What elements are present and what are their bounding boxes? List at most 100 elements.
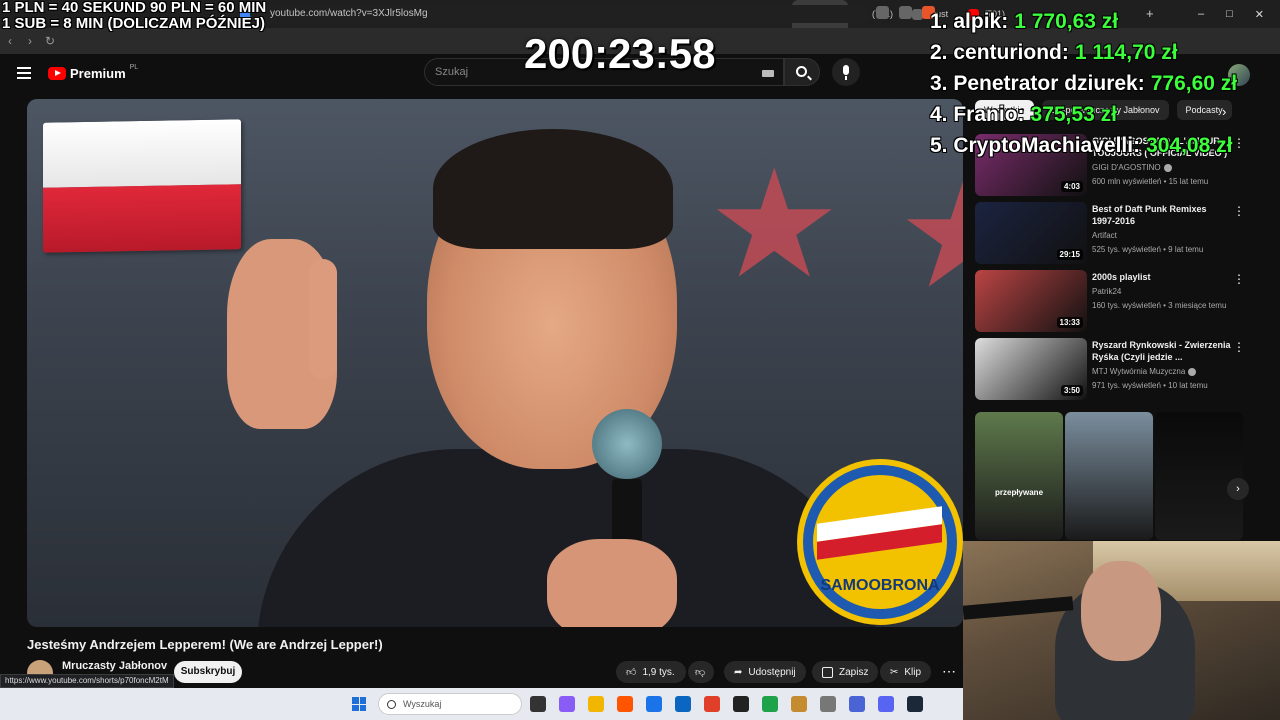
voice-search-icon[interactable]	[832, 58, 860, 86]
youtube-logo[interactable]: Premium PL	[48, 64, 138, 81]
donor-amount: 1 770,63 zł	[1014, 10, 1119, 33]
save-label: Zapisz	[839, 666, 869, 678]
video-player[interactable]: ★ ★ SAMOOBRONA	[27, 99, 963, 627]
short-video-card[interactable]	[1065, 412, 1153, 540]
recommendation-title[interactable]: Ryszard Rynkowski - Zwierzenia Ryśka (Cz…	[1092, 339, 1232, 363]
video-thumbnail[interactable]: 13:33	[975, 270, 1087, 332]
leaderboard-row: 1. alpik: 1 770,63 zł	[930, 6, 1237, 37]
taskbar-app-icon[interactable]	[907, 696, 923, 712]
taskbar-app-icon[interactable]	[588, 696, 604, 712]
recommendation-channel[interactable]: Patrik24	[1092, 287, 1121, 296]
extension-icons	[876, 6, 935, 19]
menu-icon[interactable]	[17, 67, 31, 79]
search-icon	[796, 66, 807, 77]
recommendation-item[interactable]: 13:33 2000s playlist Patrik24 160 tys. wyśw…	[975, 270, 1265, 332]
taskbar-app-icon[interactable]	[530, 696, 546, 712]
url-field[interactable]: youtube.com/watch?v=3XJlr5losMg	[250, 5, 870, 23]
reload-icon[interactable]: ↻	[40, 34, 60, 48]
leaderboard-row: 3. Penetrator dziurek: 776,60 zł	[930, 68, 1237, 99]
taskbar-search-input[interactable]: Wyszukaj	[378, 693, 522, 715]
taskbar-app-icon[interactable]	[820, 696, 836, 712]
donor-leaderboard: 1. alpik: 1 770,63 zł 2. centuriond: 1 114,…	[930, 6, 1237, 161]
windows-start-icon[interactable]	[352, 697, 366, 711]
like-count: 1,9 tys.	[642, 666, 675, 678]
recommendation-meta: 971 tys. wyświetleń • 10 lat temu	[1092, 381, 1208, 390]
donor-amount: 304,08 zł	[1146, 134, 1233, 157]
scissors-icon: ✂	[890, 666, 899, 678]
taskbar-app-icon[interactable]	[675, 696, 691, 712]
verified-icon	[1163, 163, 1172, 172]
bookmark-icon	[822, 666, 833, 678]
keyboard-icon[interactable]	[762, 70, 774, 77]
video-duration: 3:50	[1060, 385, 1083, 396]
recommendation-item[interactable]: 3:50 Ryszard Rynkowski - Zwierzenia Ryśka…	[975, 338, 1265, 400]
youtube-play-icon	[48, 67, 66, 80]
taskbar-app-icon[interactable]	[704, 696, 720, 712]
recommendation-channel[interactable]: GIGI D'AGOSTINO	[1092, 163, 1172, 172]
short-caption: przepływane	[995, 488, 1044, 497]
recommendation-meta: 160 tys. wyświetleń • 3 miesiące temu	[1092, 301, 1227, 310]
recommendation-item[interactable]: 29:15 Best of Daft Punk Remixes 1997-2016…	[975, 202, 1265, 264]
donor-name: 5. CryptoMachiavelli:	[930, 134, 1141, 157]
dislike-button[interactable]: 👎︎	[688, 661, 714, 683]
video-thumbnail[interactable]: 29:15	[975, 202, 1087, 264]
clip-button[interactable]: ✂ Klip	[880, 661, 932, 683]
chevron-right-icon[interactable]: ›	[1227, 478, 1249, 500]
screen: wykryKonta(701)TikTokBadanFilmy(701)TikT…	[0, 0, 1280, 720]
donor-name: 3. Penetrator dziurek:	[930, 72, 1145, 95]
search-button[interactable]	[784, 58, 820, 86]
samoobrona-logo: SAMOOBRONA	[797, 459, 963, 625]
more-options-icon[interactable]: ⋮	[1233, 204, 1245, 218]
taskbar-app-icon[interactable]	[762, 696, 778, 712]
short-video-card[interactable]: przepływane	[975, 412, 1063, 540]
more-options-icon[interactable]: ⋮	[1233, 272, 1245, 286]
donation-rules-overlay: 1 PLN = 40 SEKUND 90 PLN = 60 MIN 1 SUB …	[2, 0, 266, 32]
share-arrow-icon: ➦	[734, 666, 743, 678]
taskbar-app-icon[interactable]	[559, 696, 575, 712]
windows-taskbar: Wyszukaj	[0, 688, 963, 720]
taskbar-app-icon[interactable]	[617, 696, 633, 712]
share-icon[interactable]	[899, 6, 912, 19]
leaderboard-row: 4. Franio: 375,53 zł	[930, 99, 1237, 130]
video-thumbnail[interactable]: 3:50	[975, 338, 1087, 400]
speaker-figure	[197, 119, 877, 627]
share-label: Udostępnij	[748, 666, 796, 678]
donor-amount: 1 114,70 zł	[1074, 41, 1178, 64]
short-video-card[interactable]	[1155, 412, 1243, 540]
save-button[interactable]: Zapisz	[812, 661, 879, 683]
recommendation-channel[interactable]: MTJ Wytwórnia Muzyczna	[1092, 367, 1197, 376]
shorts-shelf: przepływane ›	[975, 412, 1249, 540]
more-actions-icon[interactable]: ⋯	[942, 663, 956, 680]
close-window-button[interactable]: ✕	[1255, 8, 1264, 21]
cast-icon[interactable]	[876, 6, 889, 19]
video-duration: 13:33	[1056, 317, 1083, 328]
background-star-icon: ★	[897, 159, 963, 309]
taskbar-app-icon[interactable]	[791, 696, 807, 712]
taskbar-app-icon[interactable]	[849, 696, 865, 712]
taskbar-app-icon[interactable]	[878, 696, 894, 712]
channel-name[interactable]: Mruczasty Jabłonov	[62, 660, 167, 672]
youtube-brand-label: Premium	[70, 66, 126, 81]
share-button[interactable]: ➦ Udostępnij	[724, 661, 806, 683]
donation-rule: 1 PLN = 40 SEKUND 90 PLN = 60 MIN	[2, 0, 267, 16]
recommendation-title[interactable]: 2000s playlist	[1092, 271, 1232, 283]
microphone-arm-icon	[963, 596, 1074, 620]
stream-timer: 200:23:58	[524, 30, 716, 77]
leaderboard-row: 5. CryptoMachiavelli: 304,08 zł	[930, 130, 1237, 161]
donor-amount: 776,60 zł	[1150, 72, 1238, 95]
subscribe-button[interactable]: Subskrybuj	[174, 661, 242, 683]
clip-label: Klip	[904, 666, 922, 678]
forward-icon[interactable]: ›	[20, 34, 40, 48]
more-options-icon[interactable]: ⋮	[1233, 340, 1245, 354]
video-title: Jesteśmy Andrzejem Lepperem! (We are And…	[27, 637, 383, 652]
taskbar-app-icon[interactable]	[733, 696, 749, 712]
channel-label: GIGI D'AGOSTINO	[1092, 163, 1161, 172]
back-icon[interactable]: ‹	[0, 34, 20, 48]
recommendation-channel[interactable]: Artifact	[1092, 231, 1117, 240]
recommendation-title[interactable]: Best of Daft Punk Remixes 1997-2016	[1092, 203, 1232, 227]
logo-text: SAMOOBRONA	[820, 577, 940, 594]
channel-label: Patrik24	[1092, 287, 1122, 296]
taskbar-app-icon[interactable]	[646, 696, 662, 712]
like-button[interactable]: 👍︎ 1,9 tys.	[616, 661, 686, 683]
donor-name: 4. Franio:	[930, 103, 1025, 126]
